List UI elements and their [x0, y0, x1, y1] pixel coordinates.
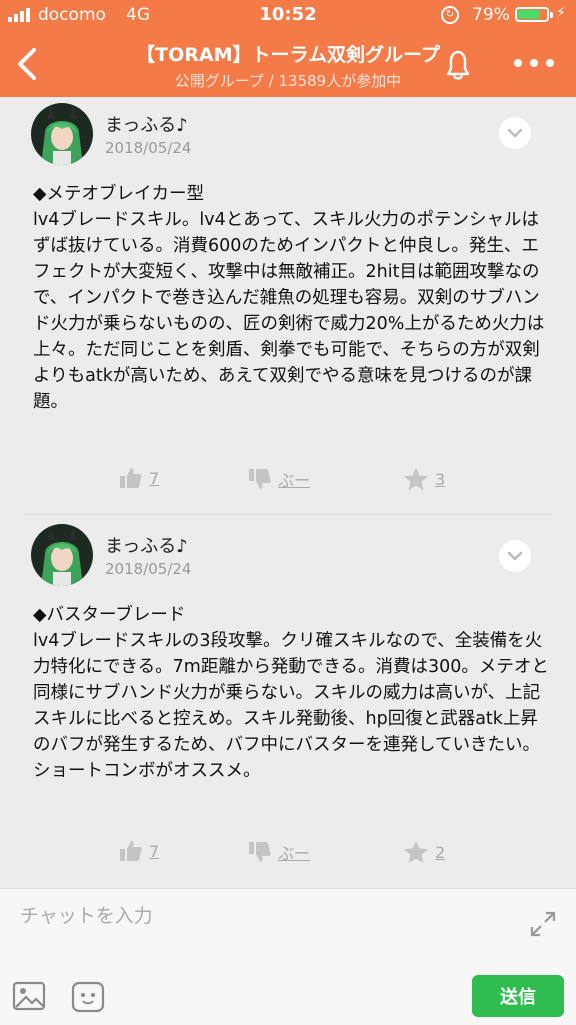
- post-actions: 7 ぶー 2: [0, 840, 576, 870]
- more-dot: [546, 59, 554, 67]
- avatar-image: [31, 103, 93, 165]
- thumbs-up-icon: [120, 841, 142, 861]
- like-count: 7: [149, 468, 160, 488]
- post-author: まっふる♪: [105, 115, 188, 136]
- post-menu-button[interactable]: [499, 117, 531, 149]
- post-menu-button[interactable]: [499, 540, 531, 572]
- star-count: 2: [435, 842, 446, 862]
- boo-button[interactable]: ぶー: [248, 467, 310, 491]
- rotation-lock-icon: ↻: [441, 6, 459, 24]
- post-card: まっふる♪ 2018/05/24 ◆バスターブレード lv4ブレードスキルの3段…: [0, 518, 576, 888]
- post-date: 2018/05/24: [105, 139, 192, 157]
- star-button[interactable]: 3: [403, 467, 445, 491]
- boo-label: ぶー: [278, 844, 311, 863]
- post-date: 2018/05/24: [105, 560, 192, 578]
- status-bar: docomo 4G 10:52 ↻ 79% ⚡: [0, 0, 576, 30]
- notification-button[interactable]: [438, 45, 478, 85]
- avatar[interactable]: [31, 524, 93, 586]
- avatar-image: [31, 524, 93, 586]
- thumbs-down-icon: [249, 842, 271, 862]
- star-icon: [404, 468, 428, 490]
- post-author: まっふる♪: [105, 536, 188, 557]
- battery-percent: 79%: [472, 5, 510, 25]
- app-header: docomo 4G 10:52 ↻ 79% ⚡ 【TORAM】トーラム双剣グルー…: [0, 0, 576, 97]
- bell-icon: [446, 50, 470, 80]
- image-button[interactable]: [12, 981, 46, 1011]
- boo-label: ぶー: [278, 471, 311, 490]
- post-body: ◆メテオブレイカー型 lv4ブレードスキル。lv4とあって、スキル火力のポテンシ…: [33, 184, 545, 412]
- chevron-down-icon: [507, 551, 523, 561]
- chevron-down-icon: [507, 128, 523, 138]
- avatar[interactable]: [31, 103, 93, 165]
- chat-input[interactable]: [20, 905, 500, 927]
- expand-button[interactable]: [528, 909, 558, 939]
- chevron-left-icon: [18, 48, 36, 80]
- like-button[interactable]: 7: [119, 467, 159, 489]
- expand-icon: [530, 911, 556, 937]
- image-icon: [12, 981, 46, 1011]
- thumbs-up-icon: [120, 468, 142, 488]
- post-divider: [25, 514, 551, 515]
- post-card: まっふる♪ 2018/05/24 ◆メテオブレイカー型 lv4ブレードスキル。l…: [0, 97, 576, 517]
- battery-icon: [515, 7, 549, 22]
- star-button[interactable]: 2: [403, 840, 445, 864]
- battery-fill: [518, 10, 540, 19]
- thumbs-down-icon: [249, 469, 271, 489]
- battery-cap: [550, 12, 553, 18]
- like-count: 7: [149, 841, 160, 861]
- more-dot: [530, 59, 538, 67]
- sticker-icon: [71, 981, 105, 1013]
- chat-composer: 送信: [0, 888, 576, 1025]
- sticker-button[interactable]: [71, 981, 105, 1013]
- back-button[interactable]: [8, 42, 48, 86]
- star-count: 3: [435, 469, 446, 489]
- star-icon: [404, 841, 428, 863]
- post-body: ◆バスターブレード lv4ブレードスキルの3段攻撃。クリ確スキルなので、全装備を…: [33, 605, 549, 781]
- send-button[interactable]: 送信: [472, 975, 564, 1017]
- more-dot: [514, 59, 522, 67]
- charging-icon: ⚡: [556, 5, 566, 21]
- like-button[interactable]: 7: [119, 840, 159, 862]
- post-actions: 7 ぶー 3: [0, 467, 576, 497]
- boo-button[interactable]: ぶー: [248, 840, 310, 864]
- more-options-button[interactable]: [514, 55, 554, 71]
